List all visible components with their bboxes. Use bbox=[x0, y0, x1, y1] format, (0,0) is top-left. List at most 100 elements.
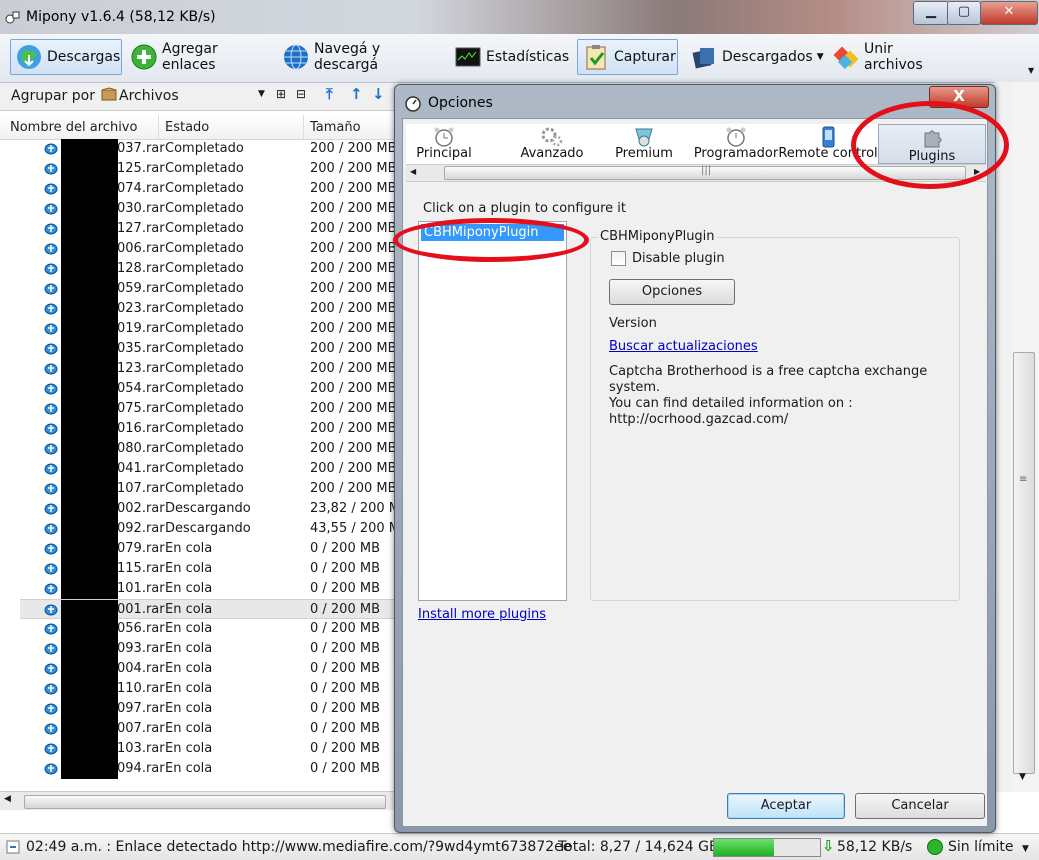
plugin-list[interactable]: CBHMiponyPlugin bbox=[418, 221, 567, 601]
table-row[interactable]: 125.rar Completado 200 / 200 MB bbox=[0, 159, 395, 179]
table-row[interactable]: 128.rar Completado 200 / 200 MB bbox=[0, 259, 395, 279]
column-header-size[interactable]: Tamaño bbox=[310, 120, 361, 135]
check-updates-link[interactable]: Buscar actualizaciones bbox=[609, 339, 758, 354]
dropdown-arrow-icon[interactable]: ▼ bbox=[817, 52, 824, 62]
scroll-thumb[interactable] bbox=[24, 795, 386, 809]
table-row[interactable]: 097.rar En cola 0 / 200 MB bbox=[0, 699, 395, 719]
table-row[interactable]: 110.rar En cola 0 / 200 MB bbox=[0, 679, 395, 699]
table-row[interactable]: 079.rar En cola 0 / 200 MB bbox=[0, 539, 395, 559]
move-up-icon[interactable]: ↑ bbox=[350, 85, 363, 103]
table-row[interactable]: 002.rarDescargando 23,82 / 200 MB bbox=[0, 499, 395, 519]
capturar-button[interactable]: Capturar bbox=[577, 39, 678, 75]
move-down-icon[interactable]: ↓ bbox=[372, 85, 385, 103]
vertical-scrollbar[interactable]: ≡ ▼ bbox=[1013, 82, 1039, 792]
table-row[interactable]: 094.rar En cola 0 / 200 MB bbox=[0, 759, 395, 779]
table-row[interactable]: 041.rar Completado 200 / 200 MB bbox=[0, 459, 395, 479]
tab-programador[interactable]: Programador bbox=[686, 124, 786, 164]
file-status: En cola bbox=[165, 641, 213, 656]
redacted-filename bbox=[61, 579, 118, 599]
estadisticas-button[interactable]: Estadísticas bbox=[450, 39, 572, 75]
table-row[interactable]: 107.rar Completado 200 / 200 MB bbox=[0, 479, 395, 499]
group-by-value: Archivos bbox=[119, 88, 179, 104]
maximize-button[interactable]: ▢ bbox=[947, 1, 981, 25]
file-size: 0 / 200 MB bbox=[310, 761, 380, 776]
window-title: Mipony v1.6.4 (58,12 KB/s) bbox=[26, 9, 216, 25]
collapse-all-icon[interactable]: ⊟ bbox=[296, 87, 306, 101]
file-name: 019.rar bbox=[117, 321, 165, 336]
table-row[interactable]: 074.rar Completado 200 / 200 MB bbox=[0, 179, 395, 199]
table-row[interactable]: 101.rar En cola 0 / 200 MB bbox=[0, 579, 395, 599]
disable-plugin-label[interactable]: Disable plugin bbox=[632, 251, 725, 266]
column-header-name[interactable]: Nombre del archivo bbox=[10, 120, 137, 135]
scroll-thumb[interactable] bbox=[1013, 352, 1035, 774]
unir-archivos-button[interactable]: Unir archivos bbox=[828, 39, 956, 75]
scroll-left-icon[interactable]: ◀ bbox=[410, 167, 416, 176]
disable-plugin-checkbox[interactable] bbox=[611, 251, 626, 266]
file-status: Descargando bbox=[165, 501, 251, 516]
file-status: Completado bbox=[165, 141, 244, 156]
table-row[interactable]: 059.rar Completado 200 / 200 MB bbox=[0, 279, 395, 299]
agregar-enlaces-button[interactable]: Agregar enlaces bbox=[126, 39, 274, 75]
scroll-down-icon[interactable]: ▼ bbox=[1019, 772, 1026, 782]
table-row[interactable]: 023.rar Completado 200 / 200 MB bbox=[0, 299, 395, 319]
file-name: 035.rar bbox=[117, 341, 165, 356]
file-name: 123.rar bbox=[117, 361, 165, 376]
column-header-status[interactable]: Estado bbox=[165, 120, 209, 135]
close-button[interactable]: ✕ bbox=[980, 1, 1038, 25]
table-row[interactable]: 054.rar Completado 200 / 200 MB bbox=[0, 379, 395, 399]
tab-avanzado[interactable]: Avanzado bbox=[506, 124, 598, 164]
file-download-icon bbox=[44, 143, 58, 155]
table-row[interactable]: 016.rar Completado 200 / 200 MB bbox=[0, 419, 395, 439]
file-status: Completado bbox=[165, 401, 244, 416]
table-row[interactable]: 030.rar Completado 200 / 200 MB bbox=[0, 199, 395, 219]
table-row[interactable]: 019.rar Completado 200 / 200 MB bbox=[0, 319, 395, 339]
table-row[interactable]: 103.rar En cola 0 / 200 MB bbox=[0, 739, 395, 759]
minimize-button[interactable]: ▁ bbox=[913, 1, 949, 25]
table-row[interactable]: 093.rar En cola 0 / 200 MB bbox=[0, 639, 395, 659]
table-row[interactable]: 035.rar Completado 200 / 200 MB bbox=[0, 339, 395, 359]
table-row[interactable]: 056.rar En cola 0 / 200 MB bbox=[0, 619, 395, 639]
tab-premium[interactable]: Premium bbox=[606, 124, 682, 164]
horizontal-scrollbar[interactable]: ◀ bbox=[0, 791, 395, 810]
file-size: 200 / 200 MB bbox=[310, 161, 395, 176]
column-divider[interactable] bbox=[158, 115, 159, 139]
table-row[interactable]: 115.rar En cola 0 / 200 MB bbox=[0, 559, 395, 579]
file-download-icon bbox=[44, 643, 58, 655]
plugin-options-button[interactable]: Opciones bbox=[609, 279, 735, 305]
toolbar-overflow-icon[interactable]: ▼ bbox=[1028, 66, 1034, 75]
table-row[interactable]: 092.rarDescargando 43,55 / 200 MB bbox=[0, 519, 395, 539]
install-more-plugins-link[interactable]: Install more plugins bbox=[418, 607, 546, 622]
cancel-button[interactable]: Cancelar bbox=[855, 793, 985, 819]
table-row[interactable]: 004.rar En cola 0 / 200 MB bbox=[0, 659, 395, 679]
table-row[interactable]: 123.rar Completado 200 / 200 MB bbox=[0, 359, 395, 379]
table-row[interactable]: 007.rar En cola 0 / 200 MB bbox=[0, 719, 395, 739]
tab-principal[interactable]: Principal bbox=[406, 124, 482, 164]
file-download-icon bbox=[44, 623, 58, 635]
table-row[interactable]: 127.rar Completado 200 / 200 MB bbox=[0, 219, 395, 239]
table-row[interactable]: 080.rar Completado 200 / 200 MB bbox=[0, 439, 395, 459]
tab-label: Avanzado bbox=[520, 146, 584, 161]
redacted-filename bbox=[61, 679, 118, 699]
table-row[interactable]: 075.rar Completado 200 / 200 MB bbox=[0, 399, 395, 419]
scroll-left-icon[interactable]: ◀ bbox=[4, 794, 11, 804]
descargas-button[interactable]: Descargas bbox=[10, 39, 122, 75]
table-row[interactable]: 006.rar Completado 200 / 200 MB bbox=[0, 239, 395, 259]
grip-icon: ≡ bbox=[1019, 474, 1028, 485]
navega-button[interactable]: Navegá y descargá bbox=[278, 39, 448, 75]
group-by-select[interactable]: Archivos ▼ bbox=[100, 85, 270, 106]
column-divider[interactable] bbox=[303, 115, 304, 139]
move-top-icon[interactable]: ⤒ bbox=[326, 85, 333, 103]
file-download-icon bbox=[44, 183, 58, 195]
table-row[interactable]: 001.rar En cola 0 / 200 MB bbox=[20, 599, 395, 620]
file-status: En cola bbox=[165, 661, 213, 676]
speed-limit-select[interactable]: Sin límite ▼ bbox=[948, 839, 1029, 855]
title-bar[interactable]: Mipony v1.6.4 (58,12 KB/s) ▁ ▢ ✕ bbox=[0, 0, 1039, 34]
file-name: 059.rar bbox=[117, 281, 165, 296]
file-status: En cola bbox=[165, 581, 213, 596]
expand-all-icon[interactable]: ⊞ bbox=[276, 87, 286, 101]
table-row[interactable]: 037.rar Completado 200 / 200 MB bbox=[0, 139, 395, 159]
total-progress-bar bbox=[713, 838, 821, 857]
descargados-button[interactable]: Descargados ▼ bbox=[686, 39, 826, 75]
agregar-enlaces-label: Agregar enlaces bbox=[162, 41, 218, 73]
accept-button[interactable]: Aceptar bbox=[727, 793, 845, 819]
